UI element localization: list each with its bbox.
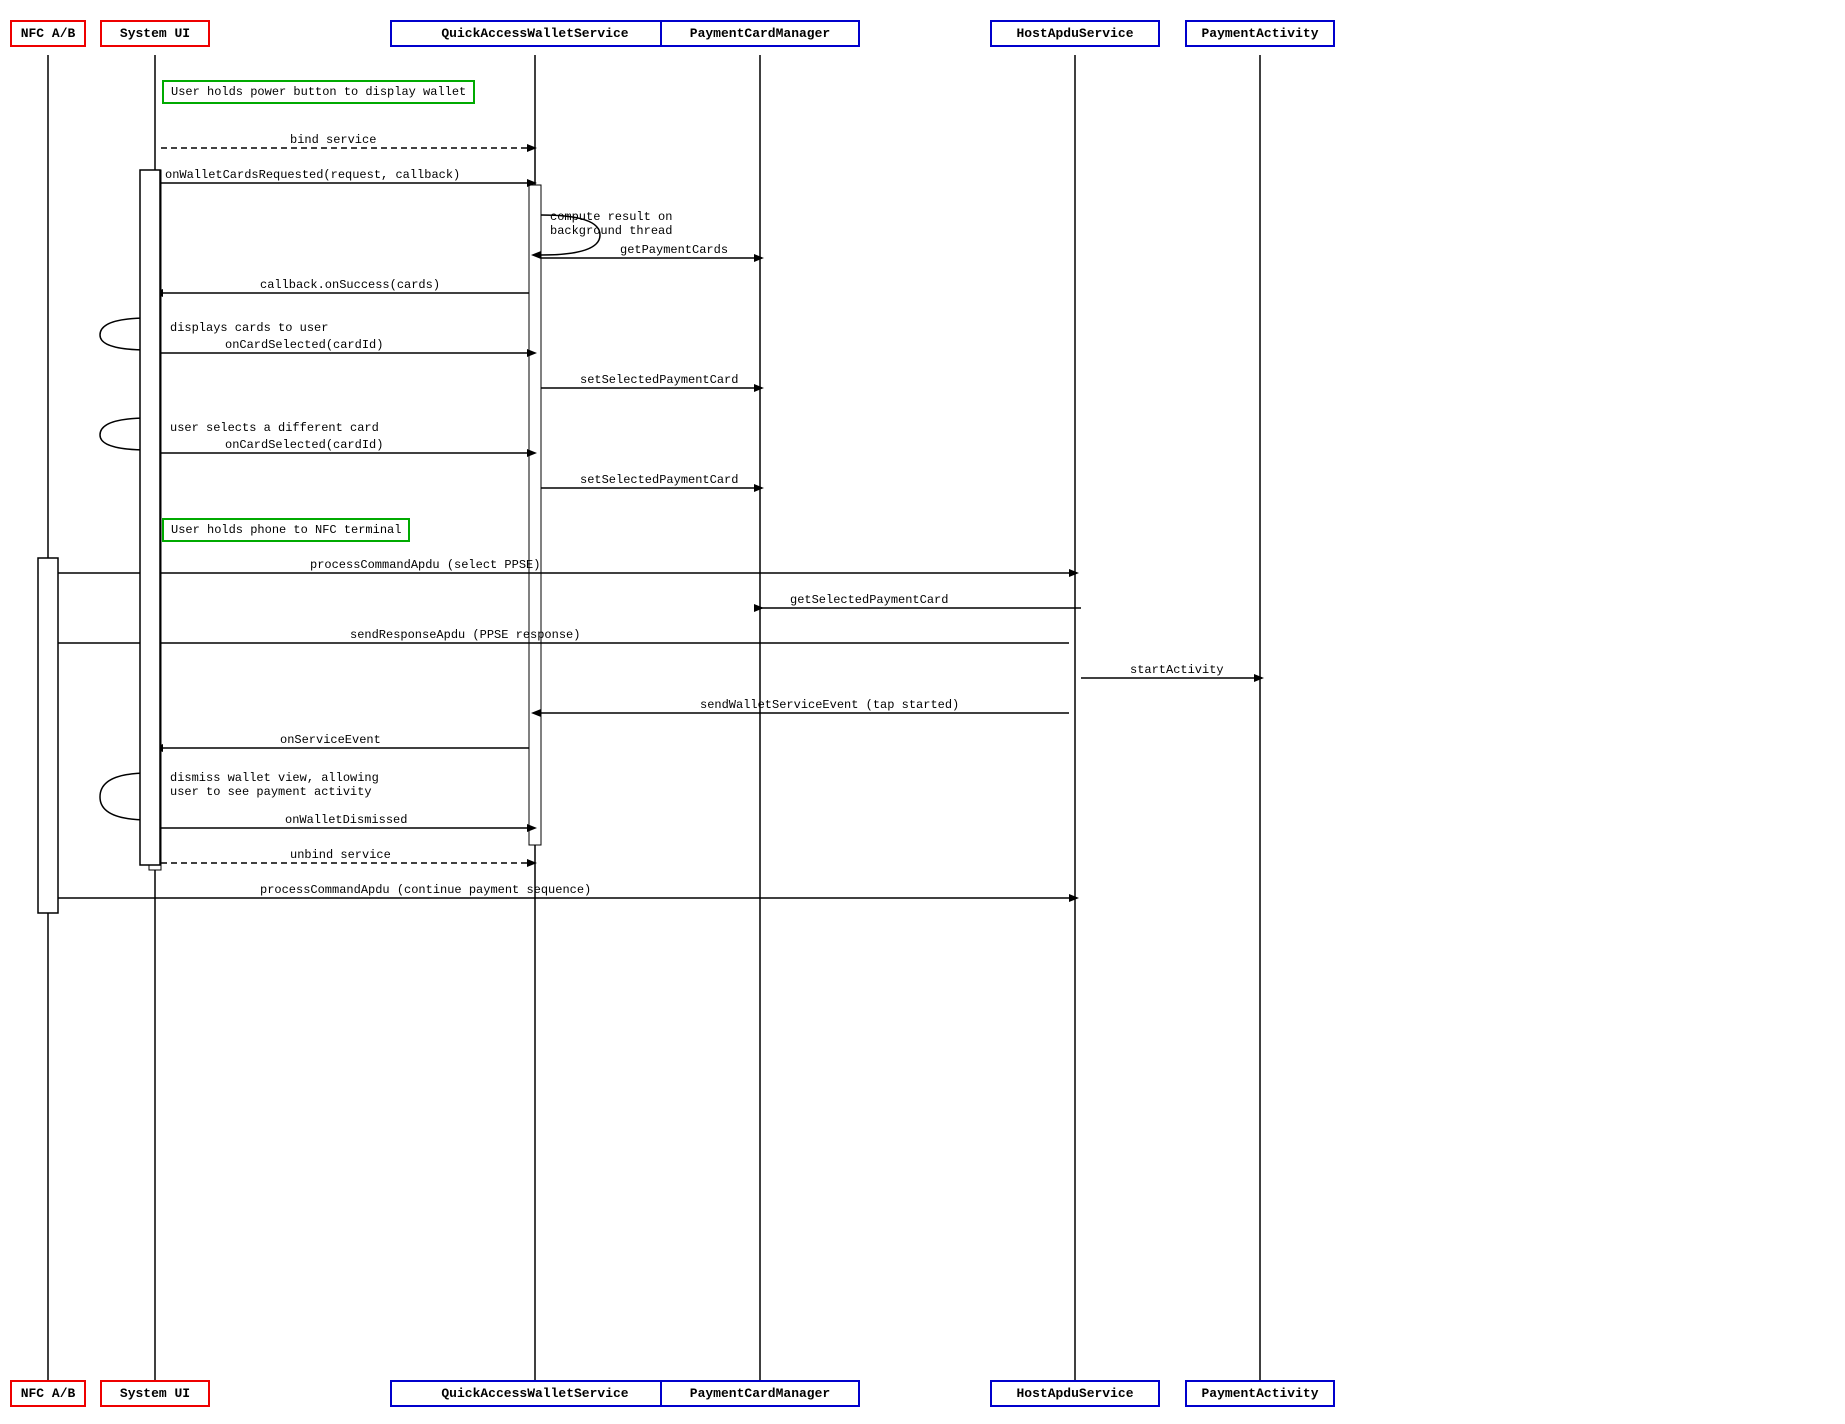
label-processcommandapdu1: processCommandApdu (select PPSE) — [310, 558, 540, 572]
sequence-diagram: NFC A/B System UI QuickAccessWalletServi… — [0, 0, 1845, 1424]
label-getpaymentcards: getPaymentCards — [620, 243, 728, 257]
note-user-holds-power: User holds power button to display walle… — [162, 80, 475, 104]
label-displays-cards: displays cards to user — [170, 321, 328, 335]
label-callback-onsuccess: callback.onSuccess(cards) — [260, 278, 440, 292]
label-compute-result: compute result onbackground thread — [550, 210, 672, 238]
label-onserviceevent: onServiceEvent — [280, 733, 381, 747]
label-dismiss-wallet: dismiss wallet view, allowinguser to see… — [170, 771, 379, 799]
label-oncardselected2: onCardSelected(cardId) — [225, 438, 383, 452]
actor-paymentcard-top: PaymentCardManager — [660, 20, 860, 47]
actor-paymentactivity-top: PaymentActivity — [1185, 20, 1335, 47]
actor-systemui-top: System UI — [100, 20, 210, 47]
label-sendresponseapdu: sendResponseApdu (PPSE response) — [350, 628, 580, 642]
label-setselected1: setSelectedPaymentCard — [580, 373, 738, 387]
label-onwalletdismissed: onWalletDismissed — [285, 813, 407, 827]
actor-paymentcard-bottom: PaymentCardManager — [660, 1380, 860, 1407]
label-oncardselected1: onCardSelected(cardId) — [225, 338, 383, 352]
actor-nfc-top: NFC A/B — [10, 20, 86, 47]
actor-quickaccess-top: QuickAccessWalletService — [390, 20, 680, 47]
note-user-holds-nfc: User holds phone to NFC terminal — [162, 518, 410, 542]
actor-paymentactivity-bottom: PaymentActivity — [1185, 1380, 1335, 1407]
actor-hostapdu-bottom: HostApduService — [990, 1380, 1160, 1407]
label-onwalletcards: onWalletCardsRequested(request, callback… — [165, 168, 460, 182]
actor-quickaccess-bottom: QuickAccessWalletService — [390, 1380, 680, 1407]
label-user-selects-diff: user selects a different card — [170, 421, 379, 435]
label-bind-service: bind service — [290, 133, 376, 147]
actor-nfc-bottom: NFC A/B — [10, 1380, 86, 1407]
actor-systemui-bottom: System UI — [100, 1380, 210, 1407]
label-getselectedpaymentcard: getSelectedPaymentCard — [790, 593, 948, 607]
label-processcommandapdu2: processCommandApdu (continue payment seq… — [260, 883, 591, 897]
label-startactivity: startActivity — [1130, 663, 1224, 677]
label-setselected2: setSelectedPaymentCard — [580, 473, 738, 487]
label-unbind-service: unbind service — [290, 848, 391, 862]
label-sendwalletserviceevent: sendWalletServiceEvent (tap started) — [700, 698, 959, 712]
arrows-svg — [0, 0, 1845, 1424]
actor-hostapdu-top: HostApduService — [990, 20, 1160, 47]
